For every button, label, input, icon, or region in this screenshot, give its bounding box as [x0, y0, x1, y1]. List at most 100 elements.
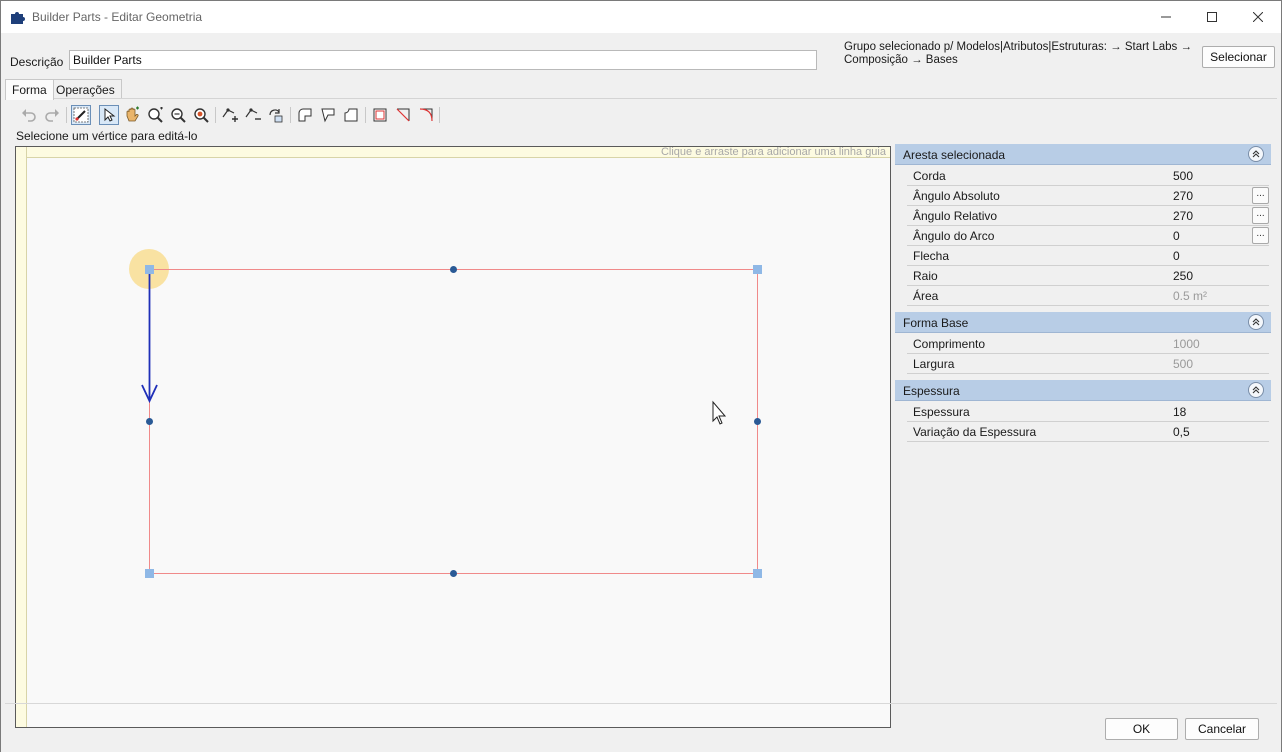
- close-button[interactable]: [1235, 1, 1281, 33]
- add-point-button[interactable]: [220, 105, 240, 125]
- prop-value: 0.5 m²: [1173, 289, 1208, 303]
- corner-round-icon: [298, 108, 312, 122]
- edit-vertex-icon: [73, 107, 89, 123]
- vertex-handle[interactable]: [145, 265, 154, 274]
- section-header-base-shape[interactable]: Forma Base: [895, 312, 1271, 333]
- prop-value[interactable]: 250: [1173, 269, 1193, 283]
- remove-point-icon: [245, 108, 261, 120]
- maximize-icon: [1207, 12, 1217, 22]
- group-path-line-1: Grupo selecionado p/ Modelos|Atributos|E…: [844, 41, 1192, 53]
- shape-drawing[interactable]: [16, 147, 891, 728]
- corner-round-button[interactable]: [295, 105, 315, 125]
- close-icon: [1253, 12, 1263, 22]
- zoom-in-button[interactable]: [145, 105, 165, 125]
- minimize-button[interactable]: [1143, 1, 1189, 33]
- description-input[interactable]: [69, 50, 817, 70]
- zoom-out-button[interactable]: [168, 105, 188, 125]
- prop-value[interactable]: 270: [1173, 189, 1193, 203]
- edit-vertex-button[interactable]: [71, 105, 91, 125]
- chevron-double-up-icon: [1252, 386, 1260, 394]
- add-point-icon: [222, 108, 238, 122]
- corner-cut-button[interactable]: [393, 105, 413, 125]
- window-title: Builder Parts - Editar Geometria: [32, 10, 203, 24]
- prop-row-largura: Largura 500: [907, 354, 1269, 374]
- midpoint-handle[interactable]: [450, 570, 457, 577]
- dialog-body: Descrição Grupo selecionado p/ Modelos|A…: [1, 33, 1281, 752]
- prop-name: Flecha: [913, 249, 950, 263]
- prop-value[interactable]: 500: [1173, 169, 1193, 183]
- collapse-button[interactable]: [1248, 146, 1264, 162]
- maximize-button[interactable]: [1189, 1, 1235, 33]
- editor-window: Builder Parts - Editar Geometria Descriç…: [0, 0, 1282, 752]
- vertex-handle[interactable]: [753, 265, 762, 274]
- zoom-fit-icon: [194, 108, 209, 123]
- zoom-fit-button[interactable]: [191, 105, 211, 125]
- midpoint-handle[interactable]: [450, 266, 457, 273]
- prop-row-comprimento: Comprimento 1000: [907, 334, 1269, 354]
- section-title: Forma Base: [903, 316, 969, 330]
- shape-outline[interactable]: [149, 269, 758, 574]
- select-pointer-icon: [104, 107, 116, 122]
- collapse-button[interactable]: [1248, 382, 1264, 398]
- prop-value[interactable]: 0: [1173, 249, 1180, 263]
- corner-notch-icon: [344, 108, 358, 122]
- vertex-handle[interactable]: [753, 569, 762, 578]
- ellipsis-button[interactable]: ...: [1252, 207, 1269, 224]
- prop-row-raio[interactable]: Raio 250: [907, 266, 1269, 286]
- prop-row-espessura[interactable]: Espessura 18: [907, 402, 1269, 422]
- corner-square-button[interactable]: [370, 105, 390, 125]
- remove-point-button[interactable]: [243, 105, 263, 125]
- group-path-line-2: Composição → Bases: [844, 54, 958, 66]
- prop-row-angulo-absoluto[interactable]: Ângulo Absoluto 270 ...: [907, 186, 1269, 206]
- corner-square-icon: [373, 108, 387, 122]
- pan-button[interactable]: [122, 105, 142, 125]
- prop-row-angulo-relativo[interactable]: Ângulo Relativo 270 ...: [907, 206, 1269, 226]
- corner-chamfer-button[interactable]: [318, 105, 338, 125]
- ellipsis-button[interactable]: ...: [1252, 187, 1269, 204]
- chevron-double-up-icon: [1252, 150, 1260, 158]
- rotate-shape-icon: [269, 109, 283, 123]
- prop-name: Comprimento: [913, 337, 986, 351]
- corner-arc-icon: [419, 108, 433, 122]
- prop-value[interactable]: 18: [1173, 405, 1186, 419]
- section-header-thickness[interactable]: Espessura: [895, 380, 1271, 401]
- prop-value[interactable]: 270: [1173, 209, 1193, 223]
- redo-button[interactable]: [42, 105, 62, 125]
- prop-name: Ângulo Absoluto: [913, 189, 1000, 203]
- toolbar-separator: [215, 107, 216, 123]
- chevron-double-up-icon: [1252, 318, 1260, 326]
- prop-name: Corda: [913, 169, 946, 183]
- prop-value[interactable]: 0: [1173, 229, 1180, 243]
- prop-row-angulo-arco[interactable]: Ângulo do Arco 0 ...: [907, 226, 1269, 246]
- select-group-button[interactable]: Selecionar: [1202, 46, 1275, 68]
- tab-operacoes[interactable]: Operações: [49, 79, 122, 99]
- ok-button[interactable]: OK: [1105, 718, 1178, 740]
- vertex-handle[interactable]: [145, 569, 154, 578]
- select-pointer-button[interactable]: [99, 105, 119, 125]
- rotate-shape-button[interactable]: [266, 105, 286, 125]
- prop-row-corda[interactable]: Corda 500: [907, 166, 1269, 186]
- ellipsis-button[interactable]: ...: [1252, 227, 1269, 244]
- prop-name: Espessura: [913, 405, 970, 419]
- midpoint-handle[interactable]: [146, 418, 153, 425]
- prop-value: 1000: [1173, 337, 1200, 351]
- prop-row-flecha[interactable]: Flecha 0: [907, 246, 1269, 266]
- collapse-button[interactable]: [1248, 314, 1264, 330]
- undo-icon: [22, 109, 36, 122]
- prop-row-variacao-espessura[interactable]: Variação da Espessura 0,5: [907, 422, 1269, 442]
- drawing-canvas[interactable]: Clique e arraste para adicionar uma linh…: [15, 146, 891, 728]
- toolbar-separator: [439, 107, 440, 123]
- prop-value[interactable]: 0,5: [1173, 425, 1190, 439]
- tab-divider: [5, 98, 1277, 99]
- toolbar-separator: [290, 107, 291, 123]
- undo-button[interactable]: [19, 105, 39, 125]
- corner-chamfer-icon: [321, 108, 335, 123]
- tab-forma[interactable]: Forma: [5, 79, 54, 100]
- cancel-button[interactable]: Cancelar: [1185, 718, 1259, 740]
- section-header-selected-edge[interactable]: Aresta selecionada: [895, 144, 1271, 165]
- midpoint-handle[interactable]: [754, 418, 761, 425]
- description-label: Descrição: [10, 55, 64, 69]
- prop-name: Ângulo do Arco: [913, 229, 995, 243]
- corner-arc-button[interactable]: [416, 105, 436, 125]
- corner-notch-button[interactable]: [341, 105, 361, 125]
